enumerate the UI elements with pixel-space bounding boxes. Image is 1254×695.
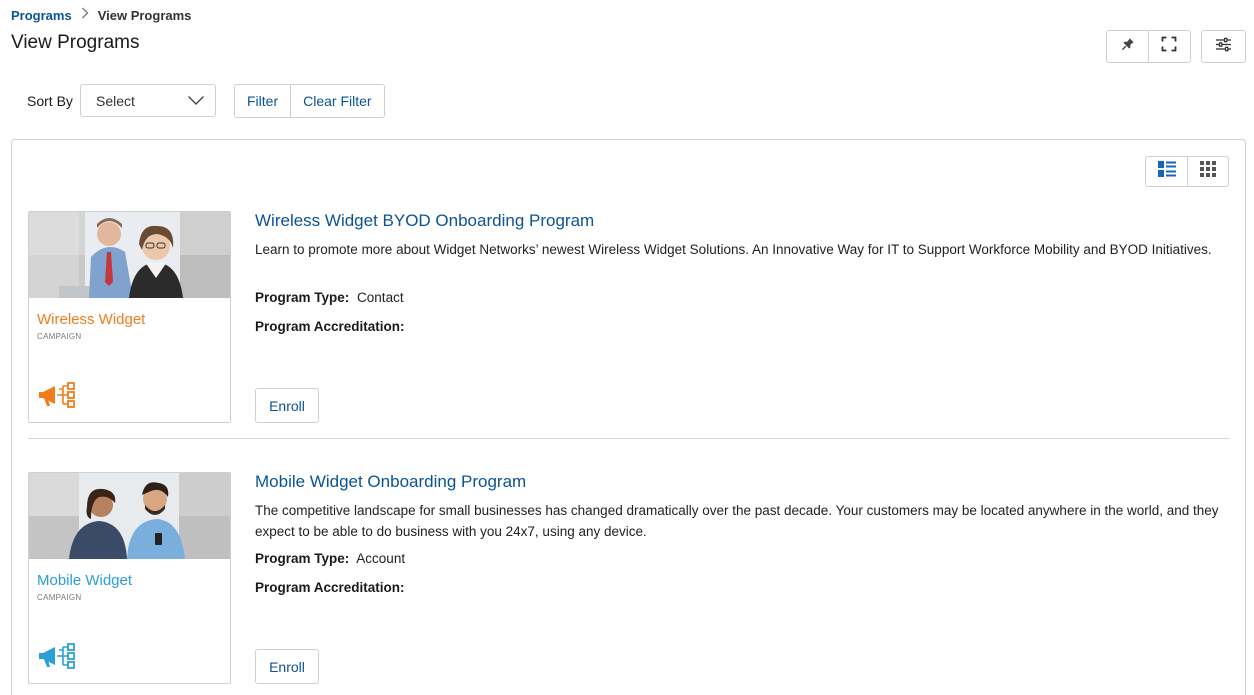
filter-button[interactable]: Filter [235, 85, 290, 117]
thumbnail-brand-title: Wireless Widget [37, 311, 146, 328]
breadcrumb-current: View Programs [97, 7, 192, 23]
program-accreditation-label: Program Accreditation: [255, 319, 405, 334]
pin-icon [1121, 37, 1135, 56]
enroll-button[interactable]: Enroll [255, 388, 319, 423]
thumbnail-brand-title: Mobile Widget [37, 572, 133, 589]
pin-button[interactable] [1107, 31, 1148, 62]
sort-by-value: Select [96, 92, 135, 109]
megaphone-network-icon [37, 643, 77, 676]
program-accreditation-label: Program Accreditation: [255, 580, 405, 595]
breadcrumb: Programs View Programs [11, 7, 191, 23]
program-thumbnail[interactable]: Wireless Widget CAMPAIGN [28, 211, 231, 423]
view-tools-group [1106, 30, 1191, 63]
thumbnail-kind-label: CAMPAIGN [37, 332, 82, 341]
program-title-link[interactable]: Mobile Widget Onboarding Program [255, 472, 526, 492]
fullscreen-button[interactable] [1148, 31, 1189, 62]
program-thumbnail[interactable]: Mobile Widget CAMPAIGN [28, 472, 231, 684]
breadcrumb-programs-link[interactable]: Programs [11, 8, 72, 23]
sliders-icon [1215, 37, 1232, 57]
filter-button-group: Filter Clear Filter [234, 84, 385, 118]
enroll-button[interactable]: Enroll [255, 649, 319, 684]
grid-view-button[interactable] [1187, 157, 1228, 186]
chevron-down-icon [187, 93, 205, 110]
grid-view-icon [1200, 161, 1216, 182]
program-photo [29, 212, 230, 298]
page-title: View Programs [11, 32, 140, 53]
program-accreditation-row: Program Accreditation: [255, 319, 409, 334]
list-view-icon [1157, 161, 1176, 182]
sort-by-select[interactable]: Select [80, 84, 216, 117]
program-type-value: Account [356, 551, 406, 566]
megaphone-network-icon [37, 382, 77, 415]
program-divider [28, 438, 1230, 439]
program-type-label: Program Type: [255, 551, 350, 566]
clear-filter-button[interactable]: Clear Filter [290, 85, 383, 117]
program-type-value: Contact [357, 290, 404, 305]
settings-tools-group [1201, 30, 1246, 63]
programs-panel: Wireless Widget CAMPAIGN Wireless Widget… [11, 139, 1246, 695]
program-type-label: Program Type: [255, 290, 350, 305]
sort-by-label: Sort By [27, 93, 73, 109]
program-accreditation-row: Program Accreditation: [255, 580, 409, 595]
program-type-row: Program Type: Contact [255, 290, 404, 305]
column-settings-button[interactable] [1202, 31, 1245, 62]
thumbnail-kind-label: CAMPAIGN [37, 593, 82, 602]
list-view-button[interactable] [1146, 157, 1187, 186]
view-toggle [1145, 156, 1229, 187]
program-title-link[interactable]: Wireless Widget BYOD Onboarding Program [255, 211, 594, 231]
program-type-row: Program Type: Account [255, 551, 405, 566]
chevron-right-icon [81, 6, 89, 22]
program-description: Learn to promote more about Widget Netwo… [255, 242, 1212, 257]
program-photo [29, 473, 230, 559]
fullscreen-icon [1161, 36, 1177, 57]
program-description: The competitive landscape for small busi… [255, 503, 1219, 539]
